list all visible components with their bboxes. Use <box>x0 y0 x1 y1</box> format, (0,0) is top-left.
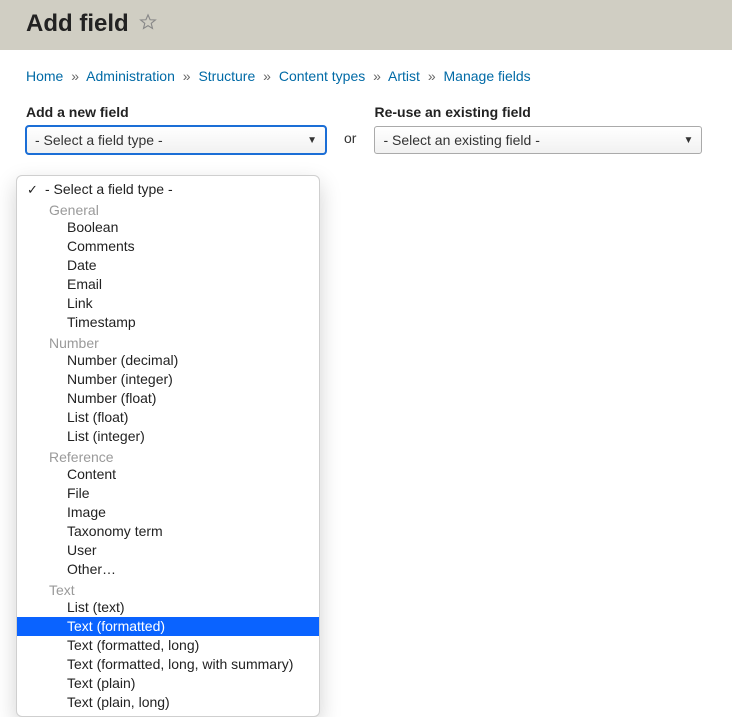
option-label: User <box>67 541 97 560</box>
field-type-option[interactable]: Email <box>17 275 319 294</box>
field-type-option[interactable]: Text (plain) <box>17 674 319 693</box>
field-type-select[interactable]: - Select a field type - ▼ <box>26 126 326 154</box>
fields-row: Add a new field - Select a field type - … <box>26 104 706 154</box>
option-label: Date <box>67 256 97 275</box>
field-type-option[interactable]: Timestamp <box>17 313 319 332</box>
field-type-option[interactable]: File <box>17 484 319 503</box>
field-type-option[interactable]: List (integer) <box>17 427 319 446</box>
existing-field-selected: - Select an existing field - <box>383 132 539 148</box>
option-label: File <box>67 484 90 503</box>
option-label: Number (integer) <box>67 370 173 389</box>
check-icon: ✓ <box>27 180 45 199</box>
option-label: Comments <box>67 237 135 256</box>
field-type-optgroup: Number <box>17 332 319 351</box>
field-type-optgroup: Reference <box>17 446 319 465</box>
field-type-dropdown[interactable]: ✓- Select a field type -GeneralBooleanCo… <box>16 175 320 717</box>
breadcrumb-link-structure[interactable]: Structure <box>198 68 255 84</box>
option-label: Number (float) <box>67 389 156 408</box>
breadcrumb-sep: » <box>263 68 271 84</box>
option-label: Content <box>67 465 116 484</box>
option-label: Boolean <box>67 218 118 237</box>
field-type-option[interactable]: Text (formatted) <box>17 617 319 636</box>
option-label: Text (plain) <box>67 674 135 693</box>
breadcrumb: Home » Administration » Structure » Cont… <box>26 68 706 84</box>
option-label: List (integer) <box>67 427 145 446</box>
option-label: Link <box>67 294 93 313</box>
option-label: Taxonomy term <box>67 522 163 541</box>
field-type-option[interactable]: List (float) <box>17 408 319 427</box>
option-label: Email <box>67 275 102 294</box>
breadcrumb-sep: » <box>428 68 436 84</box>
breadcrumb-link-administration[interactable]: Administration <box>86 68 175 84</box>
field-type-selected: - Select a field type - <box>35 132 163 148</box>
breadcrumb-link-artist[interactable]: Artist <box>388 68 420 84</box>
breadcrumb-link-home[interactable]: Home <box>26 68 63 84</box>
field-type-option[interactable]: Comments <box>17 237 319 256</box>
option-label: Image <box>67 503 106 522</box>
page-title: Add field <box>26 10 732 38</box>
field-type-option[interactable]: Link <box>17 294 319 313</box>
field-type-optgroup: General <box>17 199 319 218</box>
field-type-optgroup: Text <box>17 579 319 598</box>
star-icon[interactable] <box>139 10 157 38</box>
breadcrumb-sep: » <box>71 68 79 84</box>
option-label: Other… <box>67 560 116 579</box>
field-type-option[interactable]: Taxonomy term <box>17 522 319 541</box>
breadcrumb-link-content-types[interactable]: Content types <box>279 68 365 84</box>
field-type-option[interactable]: User <box>17 541 319 560</box>
option-label: List (float) <box>67 408 128 427</box>
chevron-down-icon: ▼ <box>307 135 317 146</box>
field-type-option[interactable]: Other… <box>17 560 319 579</box>
field-type-option[interactable]: List (text) <box>17 598 319 617</box>
or-separator: or <box>344 104 356 146</box>
existing-field-select[interactable]: - Select an existing field - ▼ <box>374 126 702 154</box>
field-type-option-placeholder[interactable]: ✓- Select a field type - <box>17 180 319 199</box>
breadcrumb-sep: » <box>373 68 381 84</box>
option-label: Text (formatted, long, with summary) <box>67 655 293 674</box>
content-area: Home » Administration » Structure » Cont… <box>0 50 732 172</box>
field-type-option[interactable]: Number (integer) <box>17 370 319 389</box>
breadcrumb-link-manage-fields[interactable]: Manage fields <box>444 68 531 84</box>
option-label: Number (decimal) <box>67 351 178 370</box>
field-type-option[interactable]: Image <box>17 503 319 522</box>
field-type-option[interactable]: Number (decimal) <box>17 351 319 370</box>
chevron-down-icon: ▼ <box>684 135 694 146</box>
field-type-option[interactable]: Boolean <box>17 218 319 237</box>
field-type-option[interactable]: Content <box>17 465 319 484</box>
option-label: Text (formatted, long) <box>67 636 199 655</box>
breadcrumb-sep: » <box>183 68 191 84</box>
add-new-field-block: Add a new field - Select a field type - … <box>26 104 326 154</box>
page-header: Add field <box>0 0 732 50</box>
field-type-option[interactable]: Text (formatted, long) <box>17 636 319 655</box>
field-type-option[interactable]: Date <box>17 256 319 275</box>
field-type-option[interactable]: Text (plain, long) <box>17 693 319 712</box>
option-label: Text (formatted) <box>67 617 165 636</box>
option-label: - Select a field type - <box>45 180 173 199</box>
reuse-field-label: Re-use an existing field <box>374 104 702 120</box>
field-type-option[interactable]: Number (float) <box>17 389 319 408</box>
option-label: Timestamp <box>67 313 136 332</box>
option-label: List (text) <box>67 598 125 617</box>
field-type-option[interactable]: Text (formatted, long, with summary) <box>17 655 319 674</box>
option-label: Text (plain, long) <box>67 693 170 712</box>
page-title-text: Add field <box>26 10 129 38</box>
add-new-field-label: Add a new field <box>26 104 326 120</box>
reuse-field-block: Re-use an existing field - Select an exi… <box>374 104 702 154</box>
